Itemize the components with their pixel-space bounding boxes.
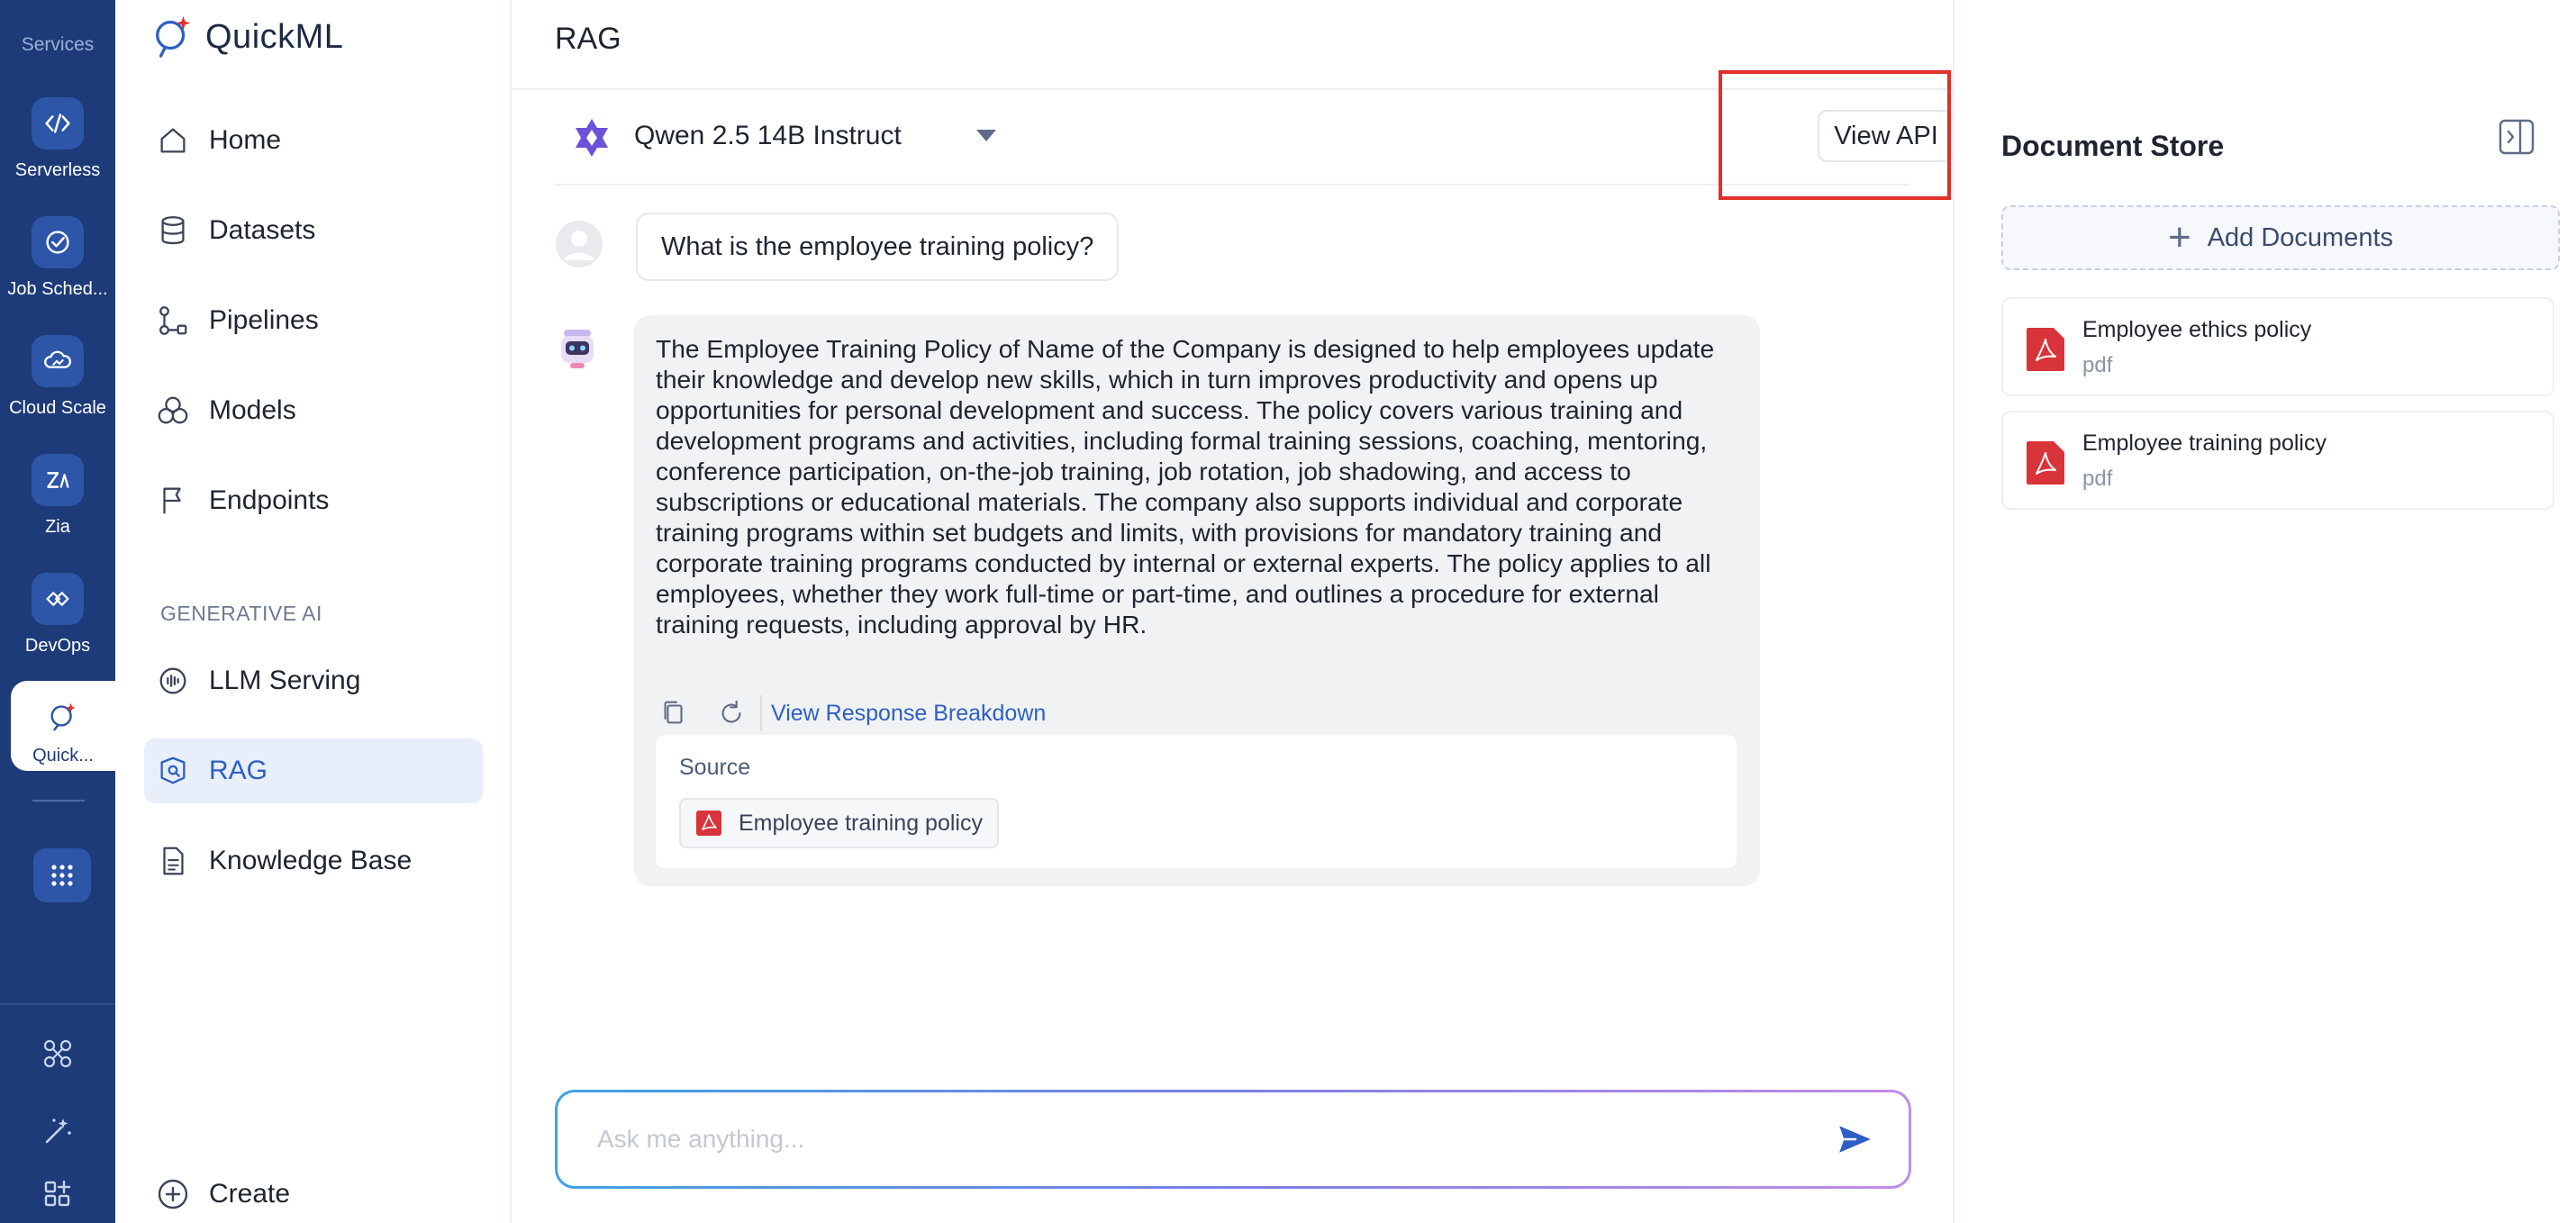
model-dropdown[interactable]: Qwen 2.5 14B Instruct <box>634 121 902 151</box>
rail-item-devops[interactable]: DevOps <box>0 569 115 675</box>
document-icon <box>155 843 191 879</box>
nav-label-knowledge-base: Knowledge Base <box>209 846 413 875</box>
nav-label-models: Models <box>209 395 296 425</box>
llm-serving-icon <box>155 663 191 699</box>
document-type: pdf <box>2082 467 2113 491</box>
document-type: pdf <box>2082 353 2113 377</box>
source-document-name: Employee training policy <box>739 810 983 836</box>
add-documents-button[interactable]: + Add Documents <box>2001 205 2560 270</box>
nav-item-home[interactable]: Home <box>144 108 483 173</box>
view-response-breakdown-link[interactable]: View Response Breakdown <box>771 701 1046 727</box>
rag-icon <box>155 753 191 789</box>
nav-item-endpoints[interactable]: Endpoints <box>144 468 483 533</box>
rail-label-zia: Zia <box>45 517 70 537</box>
bot-message-text: The Employee Training Policy of Name of … <box>656 334 1715 639</box>
nav-label-rag: RAG <box>209 756 268 785</box>
page-title: RAG <box>555 22 621 56</box>
plus-icon: + <box>2167 215 2191 259</box>
model-selector-bar: Qwen 2.5 14B Instruct View API <box>555 90 1955 186</box>
bot-message-bubble: The Employee Training Policy of Name of … <box>634 315 1760 886</box>
models-icon <box>155 393 191 429</box>
quickml-logo-icon <box>156 15 191 58</box>
document-card[interactable]: Employee ethics policy pdf <box>2001 297 2554 396</box>
rail-label-job-scheduler: Job Sched... <box>7 279 108 299</box>
nav-item-pipelines[interactable]: Pipelines <box>144 288 483 353</box>
sidebar: QuickML Home Datasets Pipelines Models E… <box>115 0 512 1223</box>
send-icon <box>1839 1126 1871 1153</box>
rail-label-serverless: Serverless <box>14 160 101 180</box>
qwen-model-icon <box>576 119 608 157</box>
document-card[interactable]: Employee training policy pdf <box>2001 411 2554 510</box>
serverless-icon <box>32 97 84 149</box>
services-rail: Services Serverless Job Sched... Cloud S… <box>0 0 115 1223</box>
user-avatar <box>556 221 603 267</box>
magic-wand-icon[interactable] <box>40 1113 76 1149</box>
devops-icon <box>32 573 84 625</box>
refresh-icon[interactable] <box>713 695 749 731</box>
create-label: Create <box>209 1179 291 1209</box>
document-name: Employee training policy <box>2082 430 2327 456</box>
integrations-icon[interactable] <box>40 1036 76 1072</box>
rail-item-serverless[interactable]: Serverless <box>0 94 115 200</box>
rail-divider <box>32 800 85 802</box>
add-documents-label: Add Documents <box>2207 222 2394 252</box>
database-icon <box>155 213 191 249</box>
document-store-title: Document Store <box>2001 130 2225 162</box>
nav-label-home: Home <box>209 125 282 155</box>
chevron-down-icon[interactable] <box>976 130 996 141</box>
rail-label-devops: DevOps <box>24 636 91 656</box>
brand[interactable]: QuickML <box>151 13 343 61</box>
nav-item-rag[interactable]: RAG <box>144 738 483 803</box>
pipeline-icon <box>155 303 191 339</box>
copy-icon[interactable] <box>656 695 692 731</box>
document-store-panel: Document Store + Add Documents Employee … <box>1953 0 2576 1223</box>
plus-circle-icon <box>155 1176 191 1212</box>
quickml-icon <box>37 690 89 742</box>
nav-item-models[interactable]: Models <box>144 378 483 443</box>
collapse-panel-icon[interactable] <box>2497 117 2536 157</box>
nav-label-pipelines: Pipelines <box>209 305 319 335</box>
source-title: Source <box>679 755 751 780</box>
rail-item-quickml[interactable]: Quick... <box>11 681 115 771</box>
create-button[interactable]: Create <box>144 1162 483 1223</box>
pdf-icon <box>2027 328 2064 371</box>
send-button[interactable] <box>1834 1119 1875 1160</box>
pdf-icon <box>2027 441 2064 485</box>
chat-input[interactable] <box>558 1092 1909 1186</box>
user-message: What is the employee training policy? <box>636 213 1120 281</box>
chat-input-container <box>555 1090 1911 1189</box>
zia-icon <box>32 454 84 506</box>
brand-name: QuickML <box>205 17 344 56</box>
flag-icon <box>155 483 191 519</box>
nav-label-endpoints: Endpoints <box>209 485 330 515</box>
bot-avatar-icon <box>561 330 594 368</box>
nav-item-llm-serving[interactable]: LLM Serving <box>144 648 483 713</box>
apps-grid-icon <box>51 865 73 886</box>
response-actions: View Response Breakdown <box>656 692 1046 735</box>
rail-label-cloud-scale: Cloud Scale <box>9 398 106 418</box>
nav-label-llm-serving: LLM Serving <box>209 666 361 695</box>
apps-grid-button[interactable] <box>33 848 91 902</box>
source-document-chip[interactable]: Employee training policy <box>679 798 999 848</box>
home-icon <box>155 122 191 159</box>
cloud-scale-icon <box>32 335 84 387</box>
rail-item-job-scheduler[interactable]: Job Sched... <box>0 213 115 319</box>
services-label: Services <box>21 34 95 55</box>
rail-item-cloud-scale[interactable]: Cloud Scale <box>0 331 115 438</box>
nav-label-datasets: Datasets <box>209 215 316 245</box>
nav-item-knowledge-base[interactable]: Knowledge Base <box>144 829 483 893</box>
source-card: Source Employee training policy <box>656 735 1737 868</box>
job-scheduler-icon <box>32 216 84 268</box>
document-name: Employee ethics policy <box>2082 317 2312 342</box>
rail-item-zia[interactable]: Zia <box>0 450 115 557</box>
rail-label-quickml: Quick... <box>32 746 94 766</box>
nav-item-datasets[interactable]: Datasets <box>144 198 483 263</box>
section-label-generative-ai: GENERATIVE AI <box>160 602 322 625</box>
widgets-icon[interactable] <box>40 1176 76 1212</box>
actions-divider <box>760 695 762 731</box>
rail-bottom-separator <box>0 1003 115 1005</box>
highlight-annotation <box>1719 70 1951 200</box>
pdf-icon <box>696 811 721 836</box>
